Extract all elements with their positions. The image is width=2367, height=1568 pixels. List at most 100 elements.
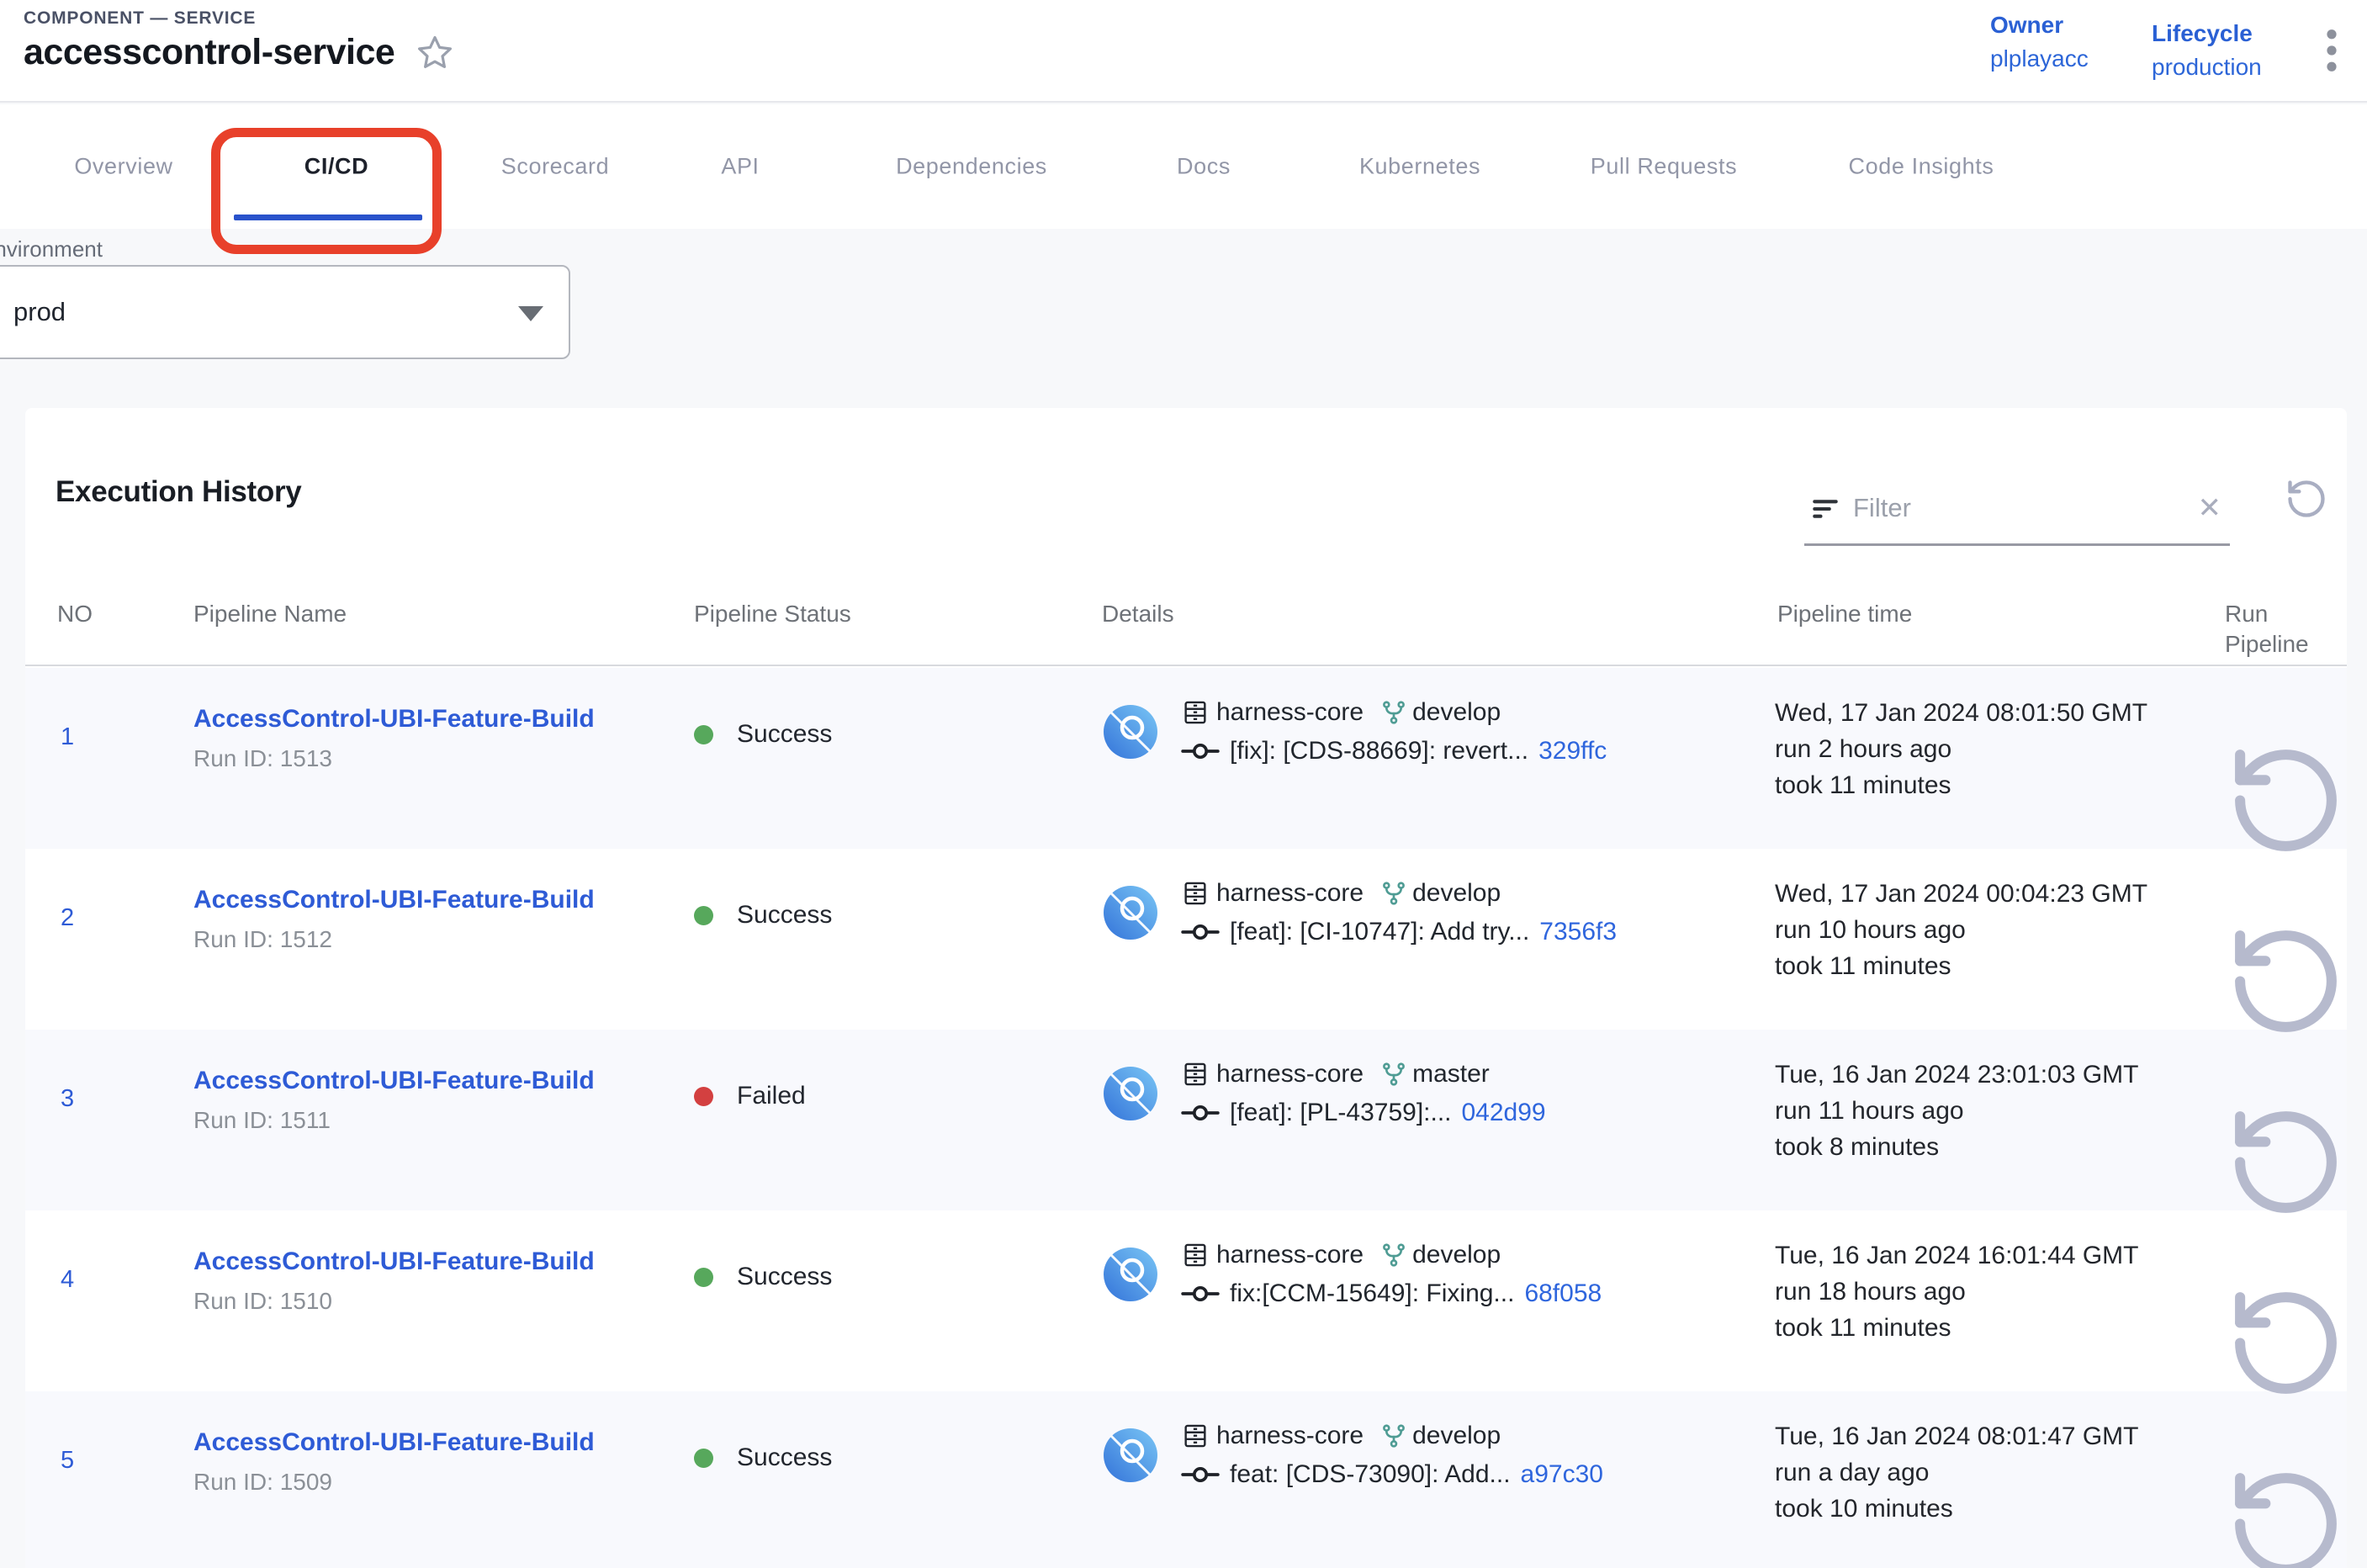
col-no: NO xyxy=(25,572,193,665)
time-gmt: Wed, 17 Jan 2024 00:04:23 GMT xyxy=(1775,876,2225,912)
col-pipeline-name: Pipeline Name xyxy=(193,572,694,665)
time-took: took 8 minutes xyxy=(1775,1129,2225,1165)
tabs-bar: Overview CI/CD Scorecard API Dependencie… xyxy=(0,104,2367,229)
details-lines: harness-core develop xyxy=(1181,1422,1603,1489)
owner-link[interactable]: plplayacc xyxy=(1990,42,2089,76)
tab-ci-cd[interactable]: CI/CD xyxy=(304,154,369,180)
repository-icon xyxy=(1181,1422,1210,1450)
commit-hash-link[interactable]: a97c30 xyxy=(1521,1460,1603,1489)
row-number: 1 xyxy=(25,668,193,854)
repo-branch-line: harness-core develop xyxy=(1181,698,1607,727)
pipeline-status-cell: Success xyxy=(694,668,1102,854)
clear-filter-icon[interactable]: ✕ xyxy=(2193,491,2231,525)
pipeline-time-cell: Tue, 16 Jan 2024 16:01:44 GMT run 18 hou… xyxy=(1775,1210,2225,1396)
filter-icon xyxy=(1809,493,1841,525)
environment-value: prod xyxy=(13,297,66,327)
details-cell: harness-core master [ xyxy=(1102,1030,1775,1216)
status-text: Success xyxy=(737,1444,832,1472)
tab-api[interactable]: API xyxy=(721,154,759,180)
lifecycle-link[interactable]: production xyxy=(2152,50,2262,84)
pipeline-name-link[interactable]: AccessControl-UBI-Feature-Build xyxy=(193,1067,595,1095)
tab-dependencies[interactable]: Dependencies xyxy=(896,154,1047,180)
repository-icon xyxy=(1181,698,1210,727)
tab-kubernetes[interactable]: Kubernetes xyxy=(1359,154,1480,180)
repo-name: harness-core xyxy=(1216,1060,1364,1089)
status-dot xyxy=(694,1449,713,1468)
git-commit-icon xyxy=(1181,1103,1220,1123)
commit-hash-link[interactable]: 329ffc xyxy=(1538,737,1607,765)
filter-box: ✕ xyxy=(1804,469,2230,546)
pipeline-name-link[interactable]: AccessControl-UBI-Feature-Build xyxy=(193,1248,595,1276)
pipeline-name-cell: AccessControl-UBI-Feature-Build Run ID: … xyxy=(193,849,694,1035)
time-took: took 11 minutes xyxy=(1775,948,2225,984)
favorite-star-icon[interactable] xyxy=(415,33,455,73)
filter-input[interactable] xyxy=(1853,493,2193,523)
status-text: Success xyxy=(737,901,832,930)
rerun-pipeline-icon[interactable] xyxy=(2225,1455,2347,1568)
tab-scorecard[interactable]: Scorecard xyxy=(501,154,609,180)
run-pipeline-cell xyxy=(2225,1210,2347,1396)
run-id: Run ID: 1513 xyxy=(193,745,694,772)
time-ago: run 2 hours ago xyxy=(1775,731,2225,767)
repo-branch-line: harness-core master xyxy=(1181,1060,1546,1089)
commit-line: [feat]: [CI-10747]: Add try... 7356f3 xyxy=(1181,918,1617,946)
pipeline-name-link[interactable]: AccessControl-UBI-Feature-Build xyxy=(193,705,595,734)
status-text: Success xyxy=(737,1263,832,1291)
pipeline-name-link[interactable]: AccessControl-UBI-Feature-Build xyxy=(193,886,595,914)
commit-message: [feat]: [PL-43759]:... xyxy=(1230,1099,1452,1127)
active-tab-underline xyxy=(234,215,422,220)
time-ago: run 11 hours ago xyxy=(1775,1093,2225,1129)
col-details: Details xyxy=(1102,572,1775,665)
tab-pull-requests[interactable]: Pull Requests xyxy=(1591,154,1737,180)
tab-code-insights[interactable]: Code Insights xyxy=(1849,154,1994,180)
repo-branch-line: harness-core develop xyxy=(1181,1422,1603,1450)
git-branch-icon xyxy=(1380,1242,1407,1269)
col-pipeline-status: Pipeline Status xyxy=(694,572,1102,665)
table-header: NO Pipeline Name Pipeline Status Details… xyxy=(25,572,2347,666)
owner-meta: Owner plplayacc xyxy=(1990,8,2089,76)
refresh-list-icon[interactable] xyxy=(2285,477,2328,521)
details-lines: harness-core develop xyxy=(1181,879,1617,946)
col-run-pipeline: Run Pipeline xyxy=(2225,572,2347,665)
page-title: accesscontrol-service xyxy=(24,32,394,73)
pipeline-badge-icon xyxy=(1104,1248,1157,1301)
environment-select[interactable]: prod xyxy=(0,265,570,359)
status-text: Success xyxy=(737,720,832,749)
pipeline-time-cell: Wed, 17 Jan 2024 00:04:23 GMT run 10 hou… xyxy=(1775,849,2225,1035)
time-ago: run a day ago xyxy=(1775,1454,2225,1491)
branch-name: master xyxy=(1412,1060,1490,1089)
repo-name: harness-core xyxy=(1216,1241,1364,1269)
commit-hash-link[interactable]: 68f058 xyxy=(1524,1279,1602,1308)
details-cell: harness-core develop xyxy=(1102,668,1775,854)
table-row: 3 AccessControl-UBI-Feature-Build Run ID… xyxy=(25,1030,2347,1210)
run-pipeline-cell xyxy=(2225,668,2347,854)
tab-docs[interactable]: Docs xyxy=(1177,154,1231,180)
pipeline-name-link[interactable]: AccessControl-UBI-Feature-Build xyxy=(193,1428,595,1457)
commit-hash-link[interactable]: 042d99 xyxy=(1462,1099,1546,1127)
commit-line: fix:[CCM-15649]: Fixing... 68f058 xyxy=(1181,1279,1602,1308)
pipeline-time-cell: Tue, 16 Jan 2024 23:01:03 GMT run 11 hou… xyxy=(1775,1030,2225,1216)
repository-icon xyxy=(1181,879,1210,908)
details-lines: harness-core master [ xyxy=(1181,1060,1546,1127)
component-service-page: COMPONENT — SERVICE accesscontrol-servic… xyxy=(0,0,2367,1568)
details-lines: harness-core develop xyxy=(1181,1241,1602,1308)
table-row: 4 AccessControl-UBI-Feature-Build Run ID… xyxy=(25,1210,2347,1391)
status-dot xyxy=(694,1087,713,1106)
commit-message: fix:[CCM-15649]: Fixing... xyxy=(1230,1279,1514,1308)
lifecycle-meta: Lifecycle production xyxy=(2152,17,2262,84)
status-dot xyxy=(694,1268,713,1287)
pipeline-badge-icon xyxy=(1104,1428,1157,1482)
commit-hash-link[interactable]: 7356f3 xyxy=(1539,918,1617,946)
entity-kind-label: COMPONENT — SERVICE xyxy=(24,8,256,29)
tab-overview[interactable]: Overview xyxy=(74,154,172,180)
more-options-icon[interactable] xyxy=(2323,27,2340,74)
time-gmt: Tue, 16 Jan 2024 16:01:44 GMT xyxy=(1775,1237,2225,1274)
time-gmt: Tue, 16 Jan 2024 23:01:03 GMT xyxy=(1775,1057,2225,1093)
run-id: Run ID: 1511 xyxy=(193,1107,694,1134)
commit-line: [fix]: [CDS-88669]: revert... 329ffc xyxy=(1181,737,1607,765)
branch-name: develop xyxy=(1412,1422,1501,1450)
table-body: 1 AccessControl-UBI-Feature-Build Run ID… xyxy=(25,668,2347,1568)
run-id: Run ID: 1510 xyxy=(193,1288,694,1315)
pipeline-time-cell: Tue, 16 Jan 2024 08:01:47 GMT run a day … xyxy=(1775,1391,2225,1568)
git-branch-icon xyxy=(1380,1061,1407,1088)
